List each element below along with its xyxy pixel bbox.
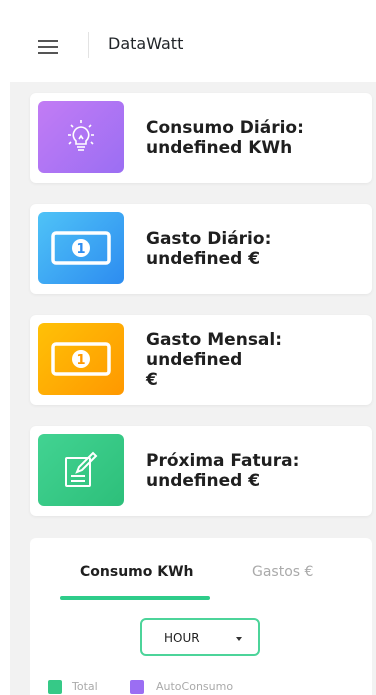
legend-label-total: Total <box>72 680 98 693</box>
interval-select[interactable]: HOUR <box>140 618 260 656</box>
card-title: Próxima Fatura: <box>146 451 300 471</box>
card-text: Gasto Diário: undefined € <box>146 204 366 294</box>
daily-spend-card: 1 Gasto Diário: undefined € <box>30 204 372 294</box>
edit-document-icon <box>65 451 98 487</box>
svg-text:1: 1 <box>76 242 85 257</box>
next-invoice-card: Próxima Fatura: undefined € <box>30 426 372 516</box>
legend-label-autoconsumo: AutoConsumo <box>156 680 234 693</box>
legend-swatch-total <box>48 680 62 694</box>
chevron-down-icon <box>236 637 242 641</box>
select-value: HOUR <box>164 631 200 645</box>
top-bar: DataWatt <box>0 0 376 88</box>
card-value: undefined KWh <box>146 138 293 158</box>
card-title: Gasto Diário: undefined € <box>146 229 272 269</box>
monthly-spend-card: 1 Gasto Mensal: undefined € <box>30 315 372 405</box>
card-icon-bg <box>38 101 124 173</box>
card-text: Consumo Diário: undefined KWh <box>146 93 366 183</box>
card-icon-bg: 1 <box>38 212 124 284</box>
active-tab-indicator <box>60 596 210 600</box>
banknote-icon: 1 <box>51 342 111 376</box>
card-title: Gasto Mensal: undefined <box>146 330 283 370</box>
card-icon-bg: 1 <box>38 323 124 395</box>
lightbulb-icon <box>68 120 94 151</box>
svg-text:1: 1 <box>76 353 85 368</box>
brand-title: DataWatt <box>108 34 184 53</box>
card-text: Gasto Mensal: undefined € <box>146 315 366 405</box>
card-title: Consumo Diário: <box>146 118 304 138</box>
card-value: € <box>146 370 158 390</box>
hamburger-menu-icon[interactable] <box>38 40 58 54</box>
tab-consumo[interactable]: Consumo KWh <box>80 564 194 580</box>
card-text: Próxima Fatura: undefined € <box>146 426 366 516</box>
chart-panel: Consumo KWh Gastos € HOUR Total AutoCons… <box>30 538 372 695</box>
tab-gastos[interactable]: Gastos € <box>252 564 313 580</box>
header-divider <box>88 32 89 58</box>
dashboard-content: Consumo Diário: undefined KWh 1 Gasto Di… <box>10 82 376 695</box>
banknote-icon: 1 <box>51 231 111 265</box>
card-icon-bg <box>38 434 124 506</box>
card-value: undefined € <box>146 471 261 491</box>
daily-consumption-card: Consumo Diário: undefined KWh <box>30 93 372 183</box>
legend-swatch-autoconsumo <box>130 680 144 694</box>
